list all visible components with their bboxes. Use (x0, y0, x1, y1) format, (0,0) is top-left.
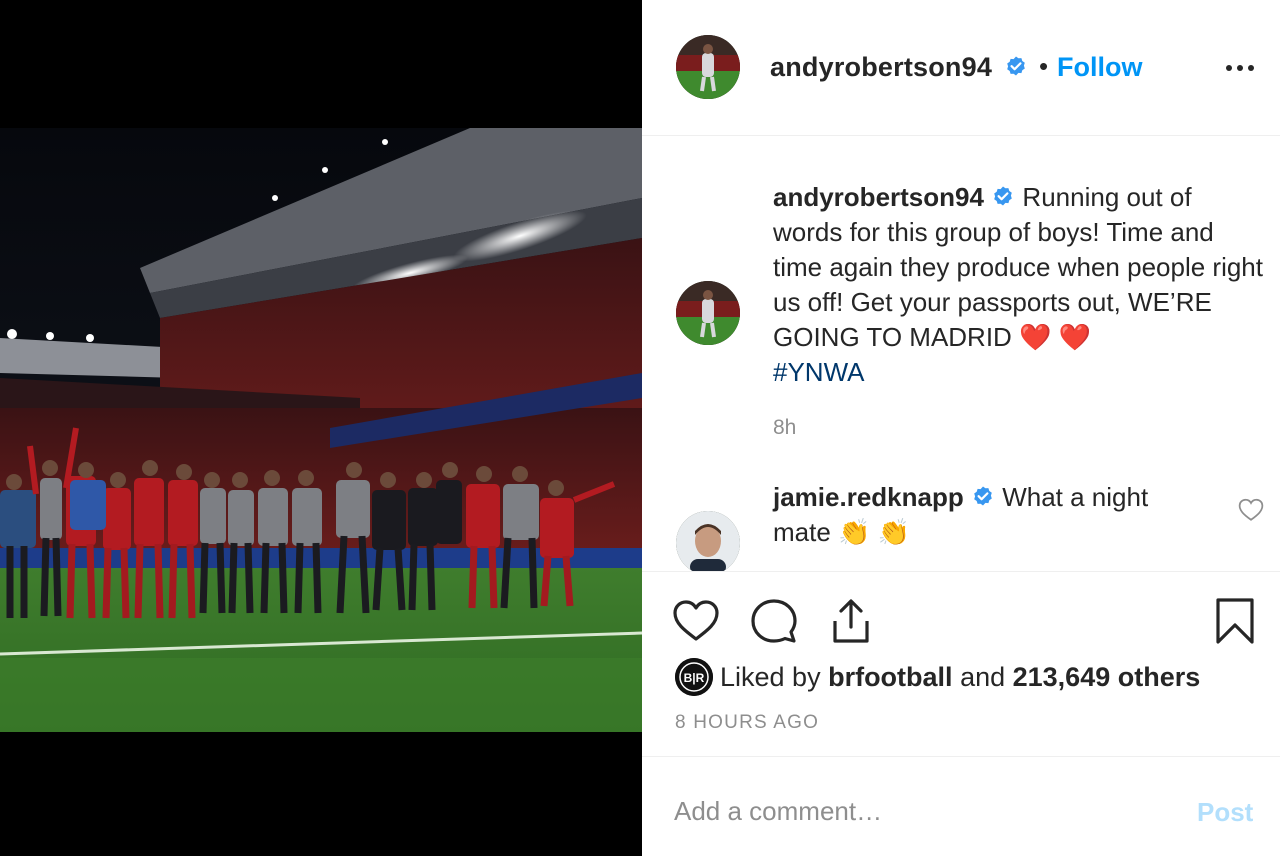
post-media-panel (0, 0, 642, 856)
post-comment-button[interactable]: Post (1197, 797, 1253, 828)
caption-hashtag-link[interactable]: #YNWA (773, 357, 865, 387)
liker-avatar[interactable]: B|R (675, 658, 713, 696)
comments-list[interactable]: andyrobertson94 Running out of words for… (642, 137, 1280, 571)
heart-icon[interactable] (672, 597, 720, 645)
caption-author-avatar[interactable] (676, 281, 740, 345)
comment-bubble-icon[interactable] (750, 597, 798, 645)
comment-item: jamie.redknapp What a night mate 👏 👏 (642, 477, 1280, 571)
comment-username[interactable]: jamie.redknapp (773, 482, 964, 512)
post-actions: B|R Liked by brfootball and 213,649 othe… (642, 571, 1280, 755)
author-avatar[interactable] (676, 35, 740, 99)
commenter-avatar[interactable] (676, 511, 740, 571)
caption-timestamp[interactable]: 8h (773, 416, 796, 440)
verified-badge-icon (1007, 56, 1025, 76)
verified-badge-icon (994, 186, 1012, 206)
comment-text: jamie.redknapp What a night mate 👏 👏 (773, 480, 1213, 550)
liked-by-username[interactable]: brfootball (828, 662, 952, 692)
post-header: andyrobertson94 • Follow (642, 0, 1280, 136)
more-options-icon[interactable] (1220, 56, 1260, 80)
stadium-celebration-image (0, 128, 642, 732)
caption-text: andyrobertson94 Running out of words for… (773, 180, 1263, 390)
small-heart-icon[interactable] (1238, 498, 1264, 522)
caption-item: andyrobertson94 Running out of words for… (642, 137, 1280, 457)
likes-summary: B|R Liked by brfootball and 213,649 othe… (675, 658, 1265, 698)
likes-count[interactable]: 213,649 others (1013, 662, 1201, 692)
post-photo[interactable] (0, 128, 642, 732)
liked-by-middle: and (952, 662, 1013, 692)
header-separator: • (1039, 51, 1049, 81)
post-sidebar: andyrobertson94 • Follow andyrobertson94… (642, 0, 1280, 856)
caption-username[interactable]: andyrobertson94 (773, 182, 984, 212)
liked-by-text[interactable]: Liked by brfootball and 213,649 others (720, 662, 1200, 693)
add-comment-bar: Post (642, 756, 1280, 856)
bookmark-icon[interactable] (1211, 597, 1259, 645)
author-username[interactable]: andyrobertson94 (770, 52, 992, 83)
share-icon[interactable] (827, 597, 875, 645)
verified-badge-icon (974, 486, 992, 506)
follow-button[interactable]: Follow (1057, 52, 1142, 83)
comment-input[interactable] (674, 793, 1174, 829)
liked-by-prefix: Liked by (720, 662, 829, 692)
post-timestamp[interactable]: 8 HOURS AGO (675, 712, 819, 734)
liker-avatar-logo: B|R (684, 671, 705, 685)
